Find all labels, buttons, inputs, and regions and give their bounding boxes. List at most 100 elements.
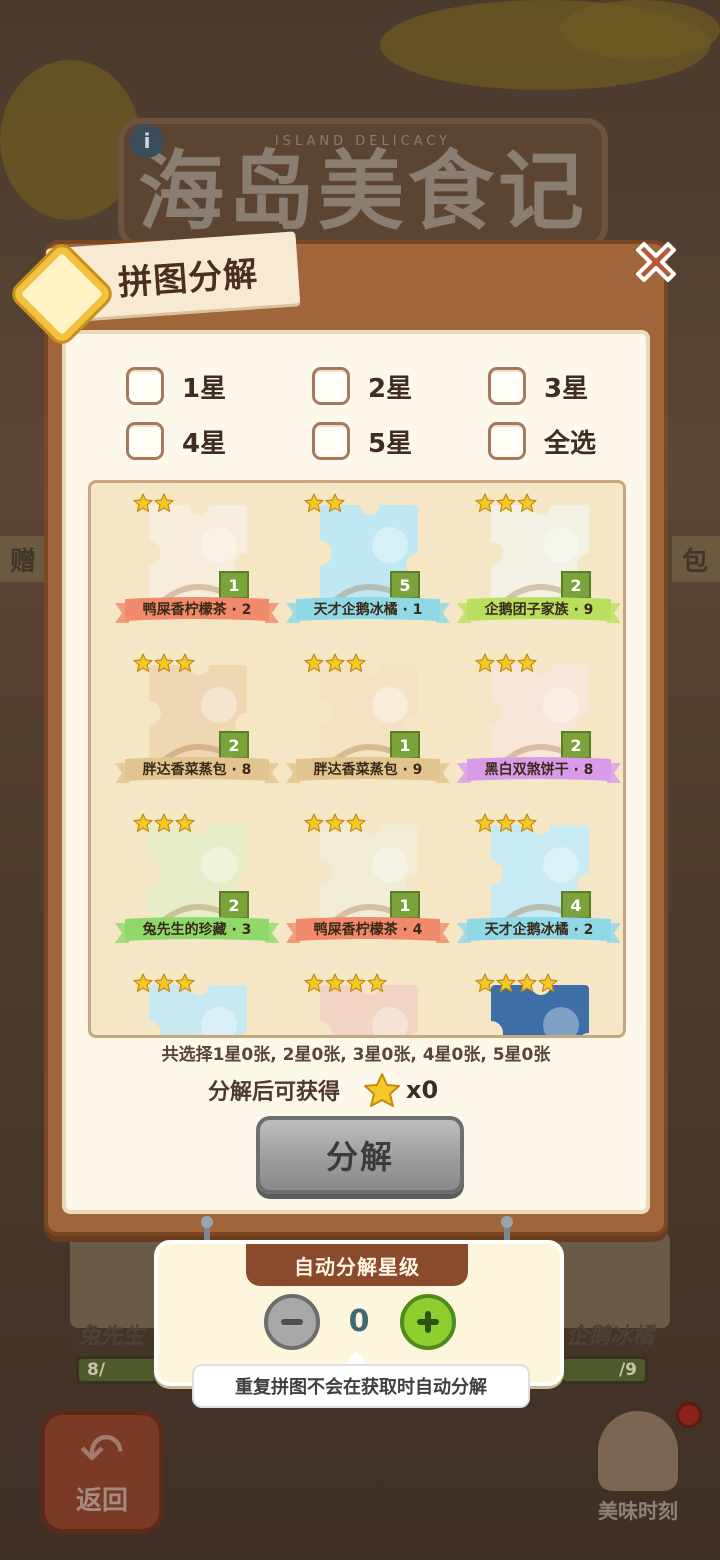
bg-card-left-progress: 8/ bbox=[76, 1356, 160, 1384]
star-icon bbox=[325, 493, 345, 513]
auto-decompose-tooltip: 重复拼图不会在获取时自动分解 bbox=[192, 1364, 530, 1408]
star-icon bbox=[367, 973, 387, 993]
filter-3-star[interactable]: 3星 bbox=[488, 367, 588, 405]
cake-icon bbox=[598, 1411, 678, 1491]
filter-checkbox[interactable] bbox=[312, 422, 350, 460]
game-title-board: ISLAND DELICACY 海岛美食记 bbox=[118, 118, 608, 248]
puzzle-piece-card[interactable]: 2 胖达香菜蒸包 · 8 bbox=[103, 647, 279, 805]
piece-name: 胖达香菜蒸包 · 9 bbox=[313, 762, 423, 778]
auto-decompose-level-value: 0 bbox=[348, 1304, 370, 1339]
puzzle-piece-card[interactable]: 2 黑白双煞饼干 · 8 bbox=[445, 647, 621, 805]
side-tab-right: 包 bbox=[672, 536, 720, 582]
close-button[interactable] bbox=[626, 232, 686, 292]
reward-row: 分解后可获得 x0 bbox=[208, 1072, 438, 1108]
star-icon bbox=[304, 973, 324, 993]
decompose-button-label: 分解 bbox=[325, 1138, 394, 1176]
filter-4-star[interactable]: 4星 bbox=[126, 422, 226, 460]
puzzle-piece-card[interactable]: 5 天才企鹅冰橘 · 1 bbox=[274, 487, 450, 645]
star-icon bbox=[133, 493, 153, 513]
puzzle-piece-card[interactable]: 1 鸭屎香柠檬茶 · 2 bbox=[103, 487, 279, 645]
filter-1-star[interactable]: 1星 bbox=[126, 367, 226, 405]
plus-icon bbox=[417, 1311, 439, 1333]
puzzle-piece-card[interactable]: 4 天才企鹅冰橘 · 2 bbox=[445, 807, 621, 965]
star-icon bbox=[304, 813, 324, 833]
star-icon bbox=[154, 493, 174, 513]
star-icon bbox=[133, 813, 153, 833]
piece-count-badge: 2 bbox=[561, 571, 591, 599]
filter-label: 2星 bbox=[368, 373, 413, 404]
piece-name: 天才企鹅冰橘 · 1 bbox=[313, 602, 423, 618]
star-icon bbox=[175, 813, 195, 833]
star-icon bbox=[496, 973, 516, 993]
piece-name: 鸭屎香柠檬茶 · 4 bbox=[313, 922, 423, 938]
filter-label: 全选 bbox=[544, 428, 597, 459]
reward-label: 分解后可获得 bbox=[208, 1080, 341, 1105]
piece-count-badge: 2 bbox=[561, 731, 591, 759]
star-icon bbox=[517, 813, 537, 833]
piece-count-badge: 1 bbox=[219, 571, 249, 599]
auto-decompose-title-tab: 自动分解星级 bbox=[246, 1244, 468, 1286]
piece-name: 天才企鹅冰橘 · 2 bbox=[484, 922, 594, 938]
piece-star-rating bbox=[475, 813, 537, 833]
star-icon bbox=[325, 973, 345, 993]
puzzle-piece-card[interactable] bbox=[103, 967, 273, 1035]
increase-star-level-button[interactable] bbox=[400, 1294, 456, 1350]
star-icon bbox=[325, 653, 345, 673]
puzzle-piece-card[interactable]: 2 企鹅团子家族 · 9 bbox=[445, 487, 621, 645]
star-icon bbox=[154, 813, 174, 833]
bg-card-right-label: 企鹅冰橘 bbox=[566, 1324, 655, 1349]
tooltip-arrow bbox=[346, 1350, 366, 1364]
tooltip-text: 重复拼图不会在获取时自动分解 bbox=[235, 1377, 487, 1398]
star-icon bbox=[133, 973, 153, 993]
piece-star-rating bbox=[304, 813, 366, 833]
filter-select-all[interactable]: 全选 bbox=[488, 422, 596, 460]
bg-card-left-label: 兔先生 bbox=[78, 1324, 145, 1349]
piece-star-rating bbox=[304, 973, 387, 993]
puzzle-piece-card[interactable] bbox=[274, 967, 444, 1035]
decompose-button[interactable]: 分解 bbox=[256, 1116, 464, 1194]
puzzle-piece-card[interactable]: 1 胖达香菜蒸包 · 9 bbox=[274, 647, 450, 805]
piece-count-badge: 2 bbox=[219, 731, 249, 759]
filter-2-star[interactable]: 2星 bbox=[312, 367, 412, 405]
piece-count-badge: 4 bbox=[561, 891, 591, 919]
bg-card-right-progress: /9 bbox=[560, 1356, 648, 1384]
puzzle-piece-card[interactable]: 2 兔先生的珍藏 · 3 bbox=[103, 807, 279, 965]
auto-decompose-title: 自动分解星级 bbox=[294, 1254, 420, 1279]
piece-name: 鸭屎香柠檬茶 · 2 bbox=[142, 602, 252, 618]
piece-star-rating bbox=[133, 813, 195, 833]
piece-star-rating bbox=[304, 653, 366, 673]
back-arrow-icon: ↶ bbox=[79, 1421, 125, 1484]
filter-label: 5星 bbox=[368, 428, 413, 459]
star-icon bbox=[517, 493, 537, 513]
star-icon bbox=[154, 653, 174, 673]
star-icon bbox=[517, 973, 537, 993]
piece-star-rating bbox=[133, 493, 174, 513]
side-tab-left: 赠 bbox=[0, 536, 46, 582]
star-icon bbox=[496, 653, 516, 673]
star-icon bbox=[304, 493, 324, 513]
game-subtitle: ISLAND DELICACY bbox=[274, 134, 452, 149]
star-icon bbox=[475, 813, 495, 833]
panel-title: 拼图分解 bbox=[116, 253, 260, 304]
filter-5-star[interactable]: 5星 bbox=[312, 422, 412, 460]
star-icon bbox=[496, 813, 516, 833]
piece-name: 胖达香菜蒸包 · 8 bbox=[142, 762, 252, 778]
filter-checkbox[interactable] bbox=[488, 422, 526, 460]
piece-count-badge: 1 bbox=[390, 891, 420, 919]
filter-checkbox[interactable] bbox=[488, 367, 526, 405]
star-icon bbox=[346, 653, 366, 673]
star-icon bbox=[304, 653, 324, 673]
filter-checkbox[interactable] bbox=[312, 367, 350, 405]
puzzle-piece-grid[interactable]: 1 鸭屎香柠檬茶 · 2 5 天才企鹅冰橘 · 1 2 企鹅团子家族 · 9 2 胖达香菜蒸包… bbox=[88, 480, 626, 1038]
filter-checkbox[interactable] bbox=[126, 422, 164, 460]
star-icon bbox=[475, 653, 495, 673]
star-icon bbox=[517, 653, 537, 673]
puzzle-piece-card[interactable] bbox=[445, 967, 615, 1035]
piece-name: 黑白双煞饼干 · 8 bbox=[484, 762, 594, 778]
filter-checkbox[interactable] bbox=[126, 367, 164, 405]
piece-name: 企鹅团子家族 · 9 bbox=[484, 602, 594, 618]
decrease-star-level-button[interactable] bbox=[264, 1294, 320, 1350]
puzzle-piece-card[interactable]: 1 鸭屎香柠檬茶 · 4 bbox=[274, 807, 450, 965]
star-icon bbox=[346, 973, 366, 993]
filter-label: 4星 bbox=[182, 428, 227, 459]
